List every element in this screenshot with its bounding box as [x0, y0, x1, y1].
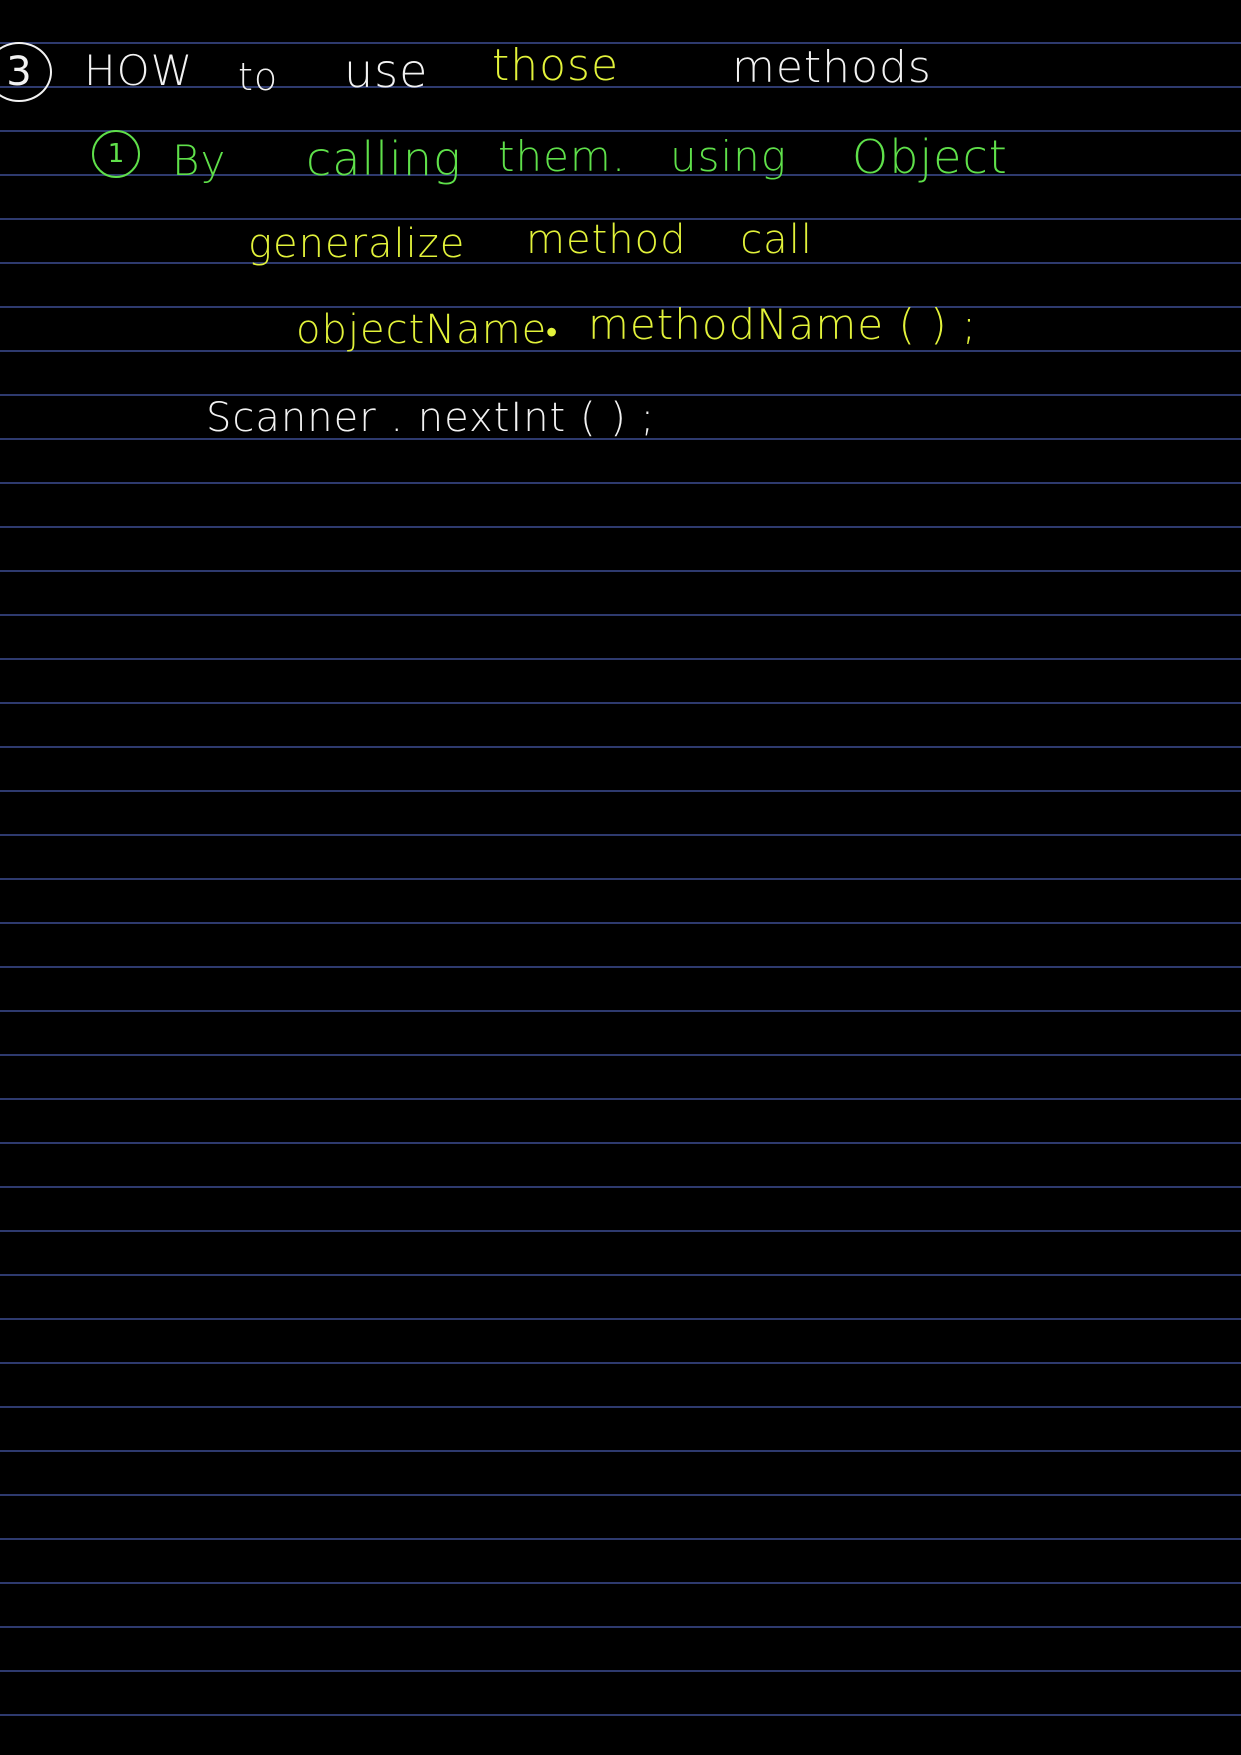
heading-word-methods: methods	[732, 42, 932, 93]
example-code: Scanner . nextInt ( ) ;	[206, 395, 656, 441]
point1-number: 1	[107, 139, 125, 169]
heading-number: 3	[6, 49, 32, 95]
point1-word-using: using	[670, 132, 787, 181]
syntax-method-name: methodName ( ) ;	[588, 300, 978, 349]
heading-word-those: those	[492, 40, 620, 91]
ruled-notebook-page: 3 HOW to use those methods 1 By calling …	[0, 0, 1241, 1755]
syntax-dot: •	[546, 313, 559, 351]
circled-number-1: 1	[92, 130, 140, 178]
generalize-method-call: method call	[526, 217, 813, 263]
heading-word-to: to	[238, 55, 279, 99]
circled-number-3: 3	[0, 42, 52, 102]
point1-word-by: By	[172, 136, 227, 185]
generalize-label: generalize	[248, 221, 466, 267]
point1-word-them: them.	[498, 132, 627, 181]
point1-word-object: Object	[852, 130, 1008, 184]
heading-word-how: HOW	[84, 46, 194, 95]
syntax-object-name: objectName	[296, 307, 548, 353]
heading-word-use: use	[344, 44, 429, 98]
point1-word-calling: calling	[306, 132, 462, 186]
